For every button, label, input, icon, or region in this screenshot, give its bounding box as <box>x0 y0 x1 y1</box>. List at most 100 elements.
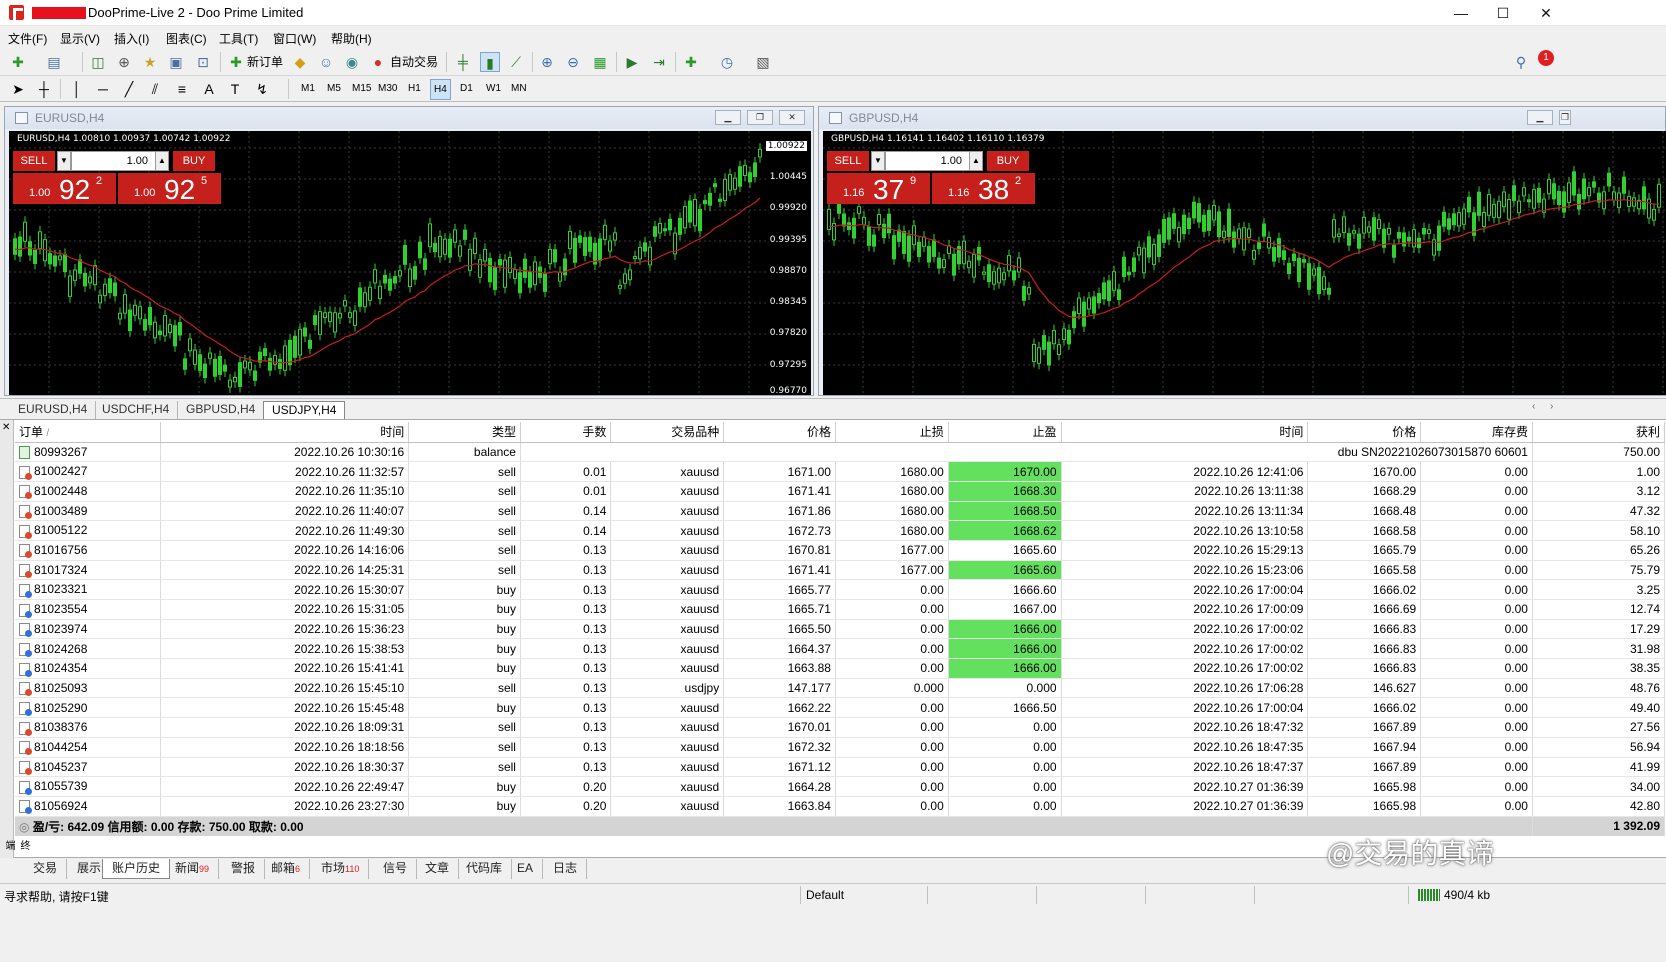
new-order-button[interactable]: 新订单 <box>247 53 283 70</box>
terminal-tab[interactable]: 账户历史 <box>102 859 171 879</box>
lot-down-arrow[interactable]: ▼ <box>57 151 71 171</box>
table-row[interactable]: 81016756 2022.10.26 14:16:06 sell 0.13 xauus… <box>15 540 1666 561</box>
tab-scroll-left-icon[interactable]: ‹ <box>1532 401 1535 412</box>
data-window-icon[interactable]: ⊕ <box>114 52 134 72</box>
terminal-tab[interactable]: 日志 <box>544 859 588 879</box>
lot-size-input[interactable]: 1.00 <box>885 151 981 171</box>
chart-tab[interactable]: EURUSD,H4 <box>10 401 97 419</box>
maximize-button[interactable]: ☐ <box>1480 0 1526 26</box>
buy-price[interactable]: 1.16 38 2 <box>932 173 1035 205</box>
price-chart-gbpusd[interactable]: GBPUSD,H4 1.16141 1.16402 1.16110 1.1637… <box>823 131 1666 395</box>
auto-trading-icon[interactable]: ● <box>368 52 388 72</box>
templates-icon[interactable]: ▧ <box>753 52 773 72</box>
chart-close-button[interactable]: ✕ <box>779 110 805 125</box>
lot-up-arrow[interactable]: ▲ <box>155 151 169 171</box>
chart-minimize-button[interactable]: ▁ <box>715 110 741 125</box>
bar-chart-icon[interactable]: ╪ <box>453 52 473 72</box>
indicators-icon[interactable]: ✚ <box>681 52 701 72</box>
crosshair-icon[interactable]: ┼ <box>34 79 54 99</box>
chart-restore-button[interactable]: ❐ <box>1559 110 1571 125</box>
price-chart-eurusd[interactable]: EURUSD,H4 1.00810 1.00937 1.00742 1.0092… <box>9 131 811 395</box>
table-row[interactable]: 81025290 2022.10.26 15:45:48 buy 0.13 xauusd… <box>15 697 1666 719</box>
table-row[interactable]: 81005122 2022.10.26 11:49:30 sell 0.14 xauus… <box>15 520 1666 541</box>
chart-tab[interactable]: GBPUSD,H4 <box>178 401 265 419</box>
line-chart-icon[interactable]: ⟋ <box>506 52 526 72</box>
zoom-out-icon[interactable]: ⊖ <box>563 52 583 72</box>
zoom-in-icon[interactable]: ⊕ <box>537 52 557 72</box>
table-row[interactable]: 81023974 2022.10.26 15:36:23 buy 0.13 xauusd… <box>15 619 1666 640</box>
profiles-icon[interactable]: ▤ <box>44 52 64 72</box>
navigator-icon[interactable]: ★ <box>140 52 160 72</box>
table-row[interactable]: 81023554 2022.10.26 15:31:05 buy 0.13 xauusd… <box>15 599 1666 620</box>
timeframe-m30[interactable]: M30 <box>378 83 397 94</box>
col-open-price[interactable]: 价格 <box>723 422 836 443</box>
table-row[interactable]: 81045237 2022.10.26 18:30:37 sell 0.13 xauus… <box>15 757 1666 778</box>
col-volume[interactable]: 手数 <box>520 422 612 443</box>
col-take-profit[interactable]: 止盈 <box>948 422 1062 443</box>
terminal-tab[interactable]: EA <box>508 859 544 879</box>
fibonacci-icon[interactable]: ≡ <box>172 79 192 99</box>
terminal-tab[interactable]: 文章 <box>416 859 460 879</box>
tile-windows-icon[interactable]: ▦ <box>590 52 610 72</box>
col-type[interactable]: 类型 <box>408 422 521 443</box>
menu-insert[interactable]: 插入(I) <box>114 30 149 47</box>
buy-button[interactable]: BUY <box>173 151 215 171</box>
channel-icon[interactable]: ⫽ <box>145 79 165 99</box>
auto-trading-button[interactable]: 自动交易 <box>390 53 438 70</box>
close-button[interactable]: ✕ <box>1523 0 1569 26</box>
menu-help[interactable]: 帮助(H) <box>331 30 372 47</box>
col-close-time[interactable]: 时间 <box>1061 422 1309 443</box>
cursor-icon[interactable]: ➤ <box>8 79 28 99</box>
buy-price[interactable]: 1.00 92 5 <box>118 173 221 205</box>
table-row[interactable]: 81002448 2022.10.26 11:35:10 sell 0.01 xauus… <box>15 481 1666 502</box>
terminal-tab[interactable]: 市场110 <box>312 859 370 879</box>
col-symbol[interactable]: 交易品种 <box>610 422 725 443</box>
menu-window[interactable]: 窗口(W) <box>273 30 316 47</box>
col-stop-loss[interactable]: 止损 <box>835 422 949 443</box>
timeframe-w1[interactable]: W1 <box>486 83 501 94</box>
chart-window-eurusd[interactable]: EURUSD,H4 ▁ ❐ ✕ EURUSD,H4 1.00810 1.0093… <box>4 106 814 396</box>
minimize-button[interactable]: — <box>1438 0 1484 26</box>
table-row[interactable]: 81038376 2022.10.26 18:09:31 sell 0.13 xauus… <box>15 717 1666 738</box>
col-swap[interactable]: 库存费 <box>1420 422 1533 443</box>
search-icon[interactable]: ⚲ <box>1511 52 1531 72</box>
table-row[interactable]: 81044254 2022.10.26 18:18:56 sell 0.13 xauus… <box>15 737 1666 758</box>
chart-restore-button[interactable]: ❐ <box>747 110 773 125</box>
new-chart-icon[interactable]: ✚ <box>8 52 28 72</box>
buy-button[interactable]: BUY <box>987 151 1029 171</box>
notifications-icon[interactable]: 1 <box>1538 50 1554 66</box>
strategy-tester-icon[interactable]: ⊡ <box>193 52 213 72</box>
timeframe-m5[interactable]: M5 <box>327 83 341 94</box>
menu-tools[interactable]: 工具(T) <box>219 30 258 47</box>
terminal-tab[interactable]: 交易 <box>24 859 68 879</box>
chart-minimize-button[interactable]: ▁ <box>1527 110 1553 125</box>
sell-price[interactable]: 1.00 92 2 <box>13 173 116 205</box>
terminal-tab[interactable]: 新闻99 <box>166 859 220 879</box>
table-row[interactable]: 81024268 2022.10.26 15:38:53 buy 0.13 xauusd… <box>15 638 1666 660</box>
terminal-close-icon[interactable]: ✕ <box>2 422 10 433</box>
col-order[interactable]: 订单 / <box>15 422 162 443</box>
tab-scroll-right-icon[interactable]: › <box>1550 401 1553 412</box>
text-label-icon[interactable]: T <box>225 79 245 99</box>
lot-up-arrow[interactable]: ▲ <box>969 151 983 171</box>
timeframe-d1[interactable]: D1 <box>460 83 473 94</box>
auto-scroll-icon[interactable]: ▶ <box>622 52 642 72</box>
text-tool-icon[interactable]: A <box>199 79 219 99</box>
table-row[interactable]: 81055739 2022.10.26 22:49:47 buy 0.20 xauusd… <box>15 776 1666 797</box>
table-row[interactable]: 81017324 2022.10.26 14:25:31 sell 0.13 xauus… <box>15 560 1666 581</box>
chart-window-gbpusd[interactable]: GBPUSD,H4 ▁ ❐ GBPUSD,H4 1.16141 1.16402 … <box>818 106 1666 396</box>
connection-status-icon[interactable] <box>1418 889 1440 901</box>
sell-price[interactable]: 1.16 37 9 <box>827 173 930 205</box>
lot-size-input[interactable]: 1.00 <box>71 151 167 171</box>
col-open-time[interactable]: 时间 <box>160 422 410 443</box>
table-row[interactable]: 81025093 2022.10.26 15:45:10 sell 0.13 usdjp… <box>15 678 1666 699</box>
vertical-line-icon[interactable]: │ <box>67 79 87 99</box>
terminal-tab[interactable]: 邮箱6 <box>262 859 311 879</box>
balance-row[interactable]: 80993267 2022.10.26 10:30:16 balance dbu… <box>15 442 1666 463</box>
trendline-icon[interactable]: ╱ <box>119 79 139 99</box>
timeframe-h4[interactable]: H4 <box>430 79 451 100</box>
table-row[interactable]: 81024354 2022.10.26 15:41:41 buy 0.13 xauusd… <box>15 658 1666 679</box>
col-close-price[interactable]: 价格 <box>1307 422 1422 443</box>
menu-file[interactable]: 文件(F) <box>8 30 47 47</box>
sell-button[interactable]: SELL <box>827 151 869 171</box>
